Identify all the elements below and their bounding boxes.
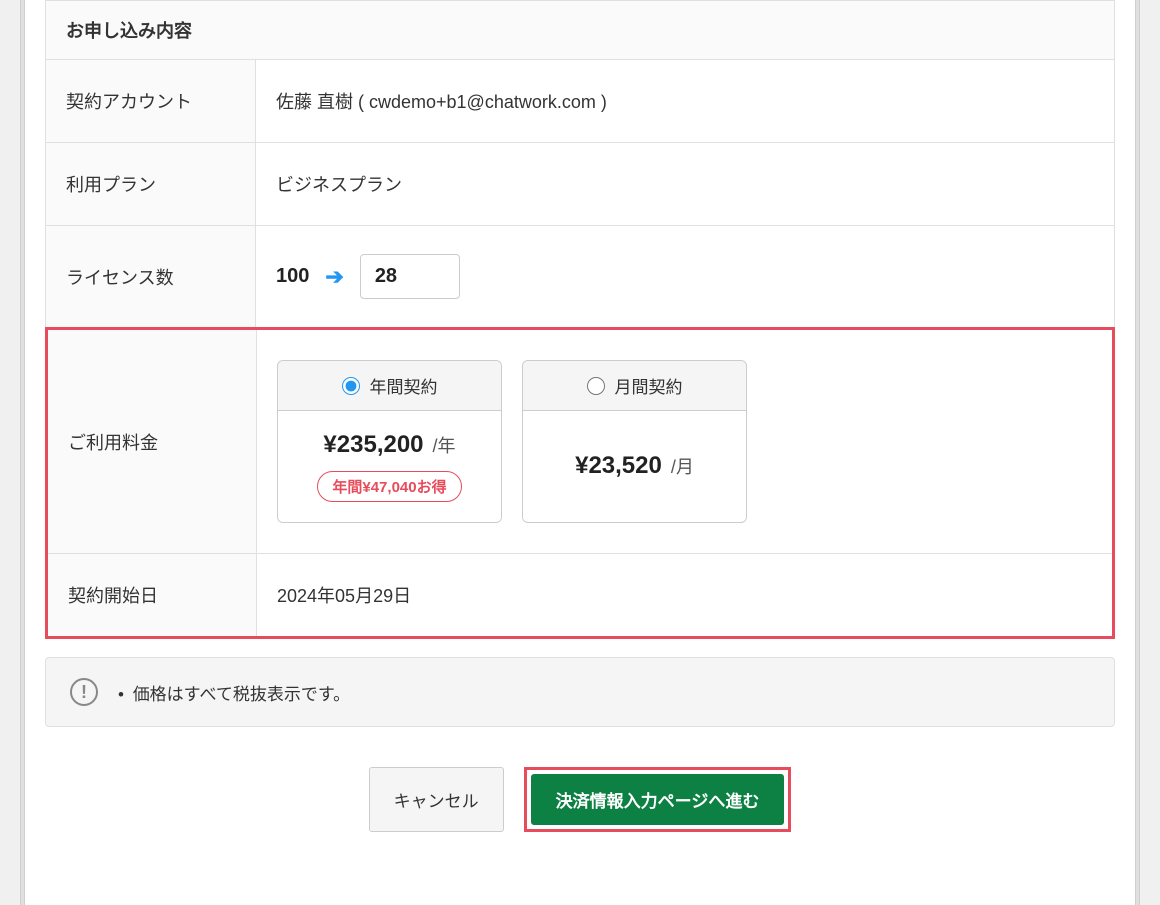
pricing-label: ご利用料金 [47, 329, 257, 554]
account-value: 佐藤 直樹 ( cwdemo+b1@chatwork.com ) [256, 60, 1115, 143]
annual-contract-radio[interactable] [342, 377, 360, 395]
highlighted-section: ご利用料金 年間契約 ¥235,200 /年 [45, 327, 1115, 639]
notice-text: 価格はすべて税抜表示です。 [118, 680, 350, 705]
annual-price: ¥235,200 [323, 431, 423, 458]
info-icon: ! [70, 678, 98, 706]
monthly-period: /月 [671, 457, 694, 477]
savings-badge: 年間¥47,040お得 [317, 471, 461, 502]
account-label: 契約アカウント [46, 60, 256, 143]
monthly-contract-radio[interactable] [587, 377, 605, 395]
start-date-label: 契約開始日 [47, 554, 257, 638]
plan-value: ビジネスプラン [256, 143, 1115, 226]
annual-contract-card[interactable]: 年間契約 ¥235,200 /年 年間¥47,040お得 [277, 360, 502, 523]
license-new-input[interactable] [360, 254, 460, 299]
monthly-price: ¥23,520 [575, 452, 662, 479]
annual-period: /年 [433, 436, 456, 456]
section-header: お申し込み内容 [46, 1, 1115, 60]
annual-contract-title: 年間契約 [370, 373, 438, 398]
monthly-contract-title: 月間契約 [615, 373, 683, 398]
arrow-right-icon: ➔ [325, 264, 343, 290]
license-label: ライセンス数 [46, 226, 256, 328]
monthly-contract-card[interactable]: 月間契約 ¥23,520 /月 [522, 360, 747, 523]
proceed-button[interactable]: 決済情報入力ページへ進む [531, 774, 785, 825]
notice-box: ! 価格はすべて税抜表示です。 [45, 657, 1115, 727]
license-current-value: 100 [276, 265, 309, 288]
plan-label: 利用プラン [46, 143, 256, 226]
start-date-value: 2024年05月29日 [257, 554, 1114, 638]
cancel-button[interactable]: キャンセル [369, 767, 504, 832]
application-form-table: お申し込み内容 契約アカウント 佐藤 直樹 ( cwdemo+b1@chatwo… [45, 0, 1115, 328]
